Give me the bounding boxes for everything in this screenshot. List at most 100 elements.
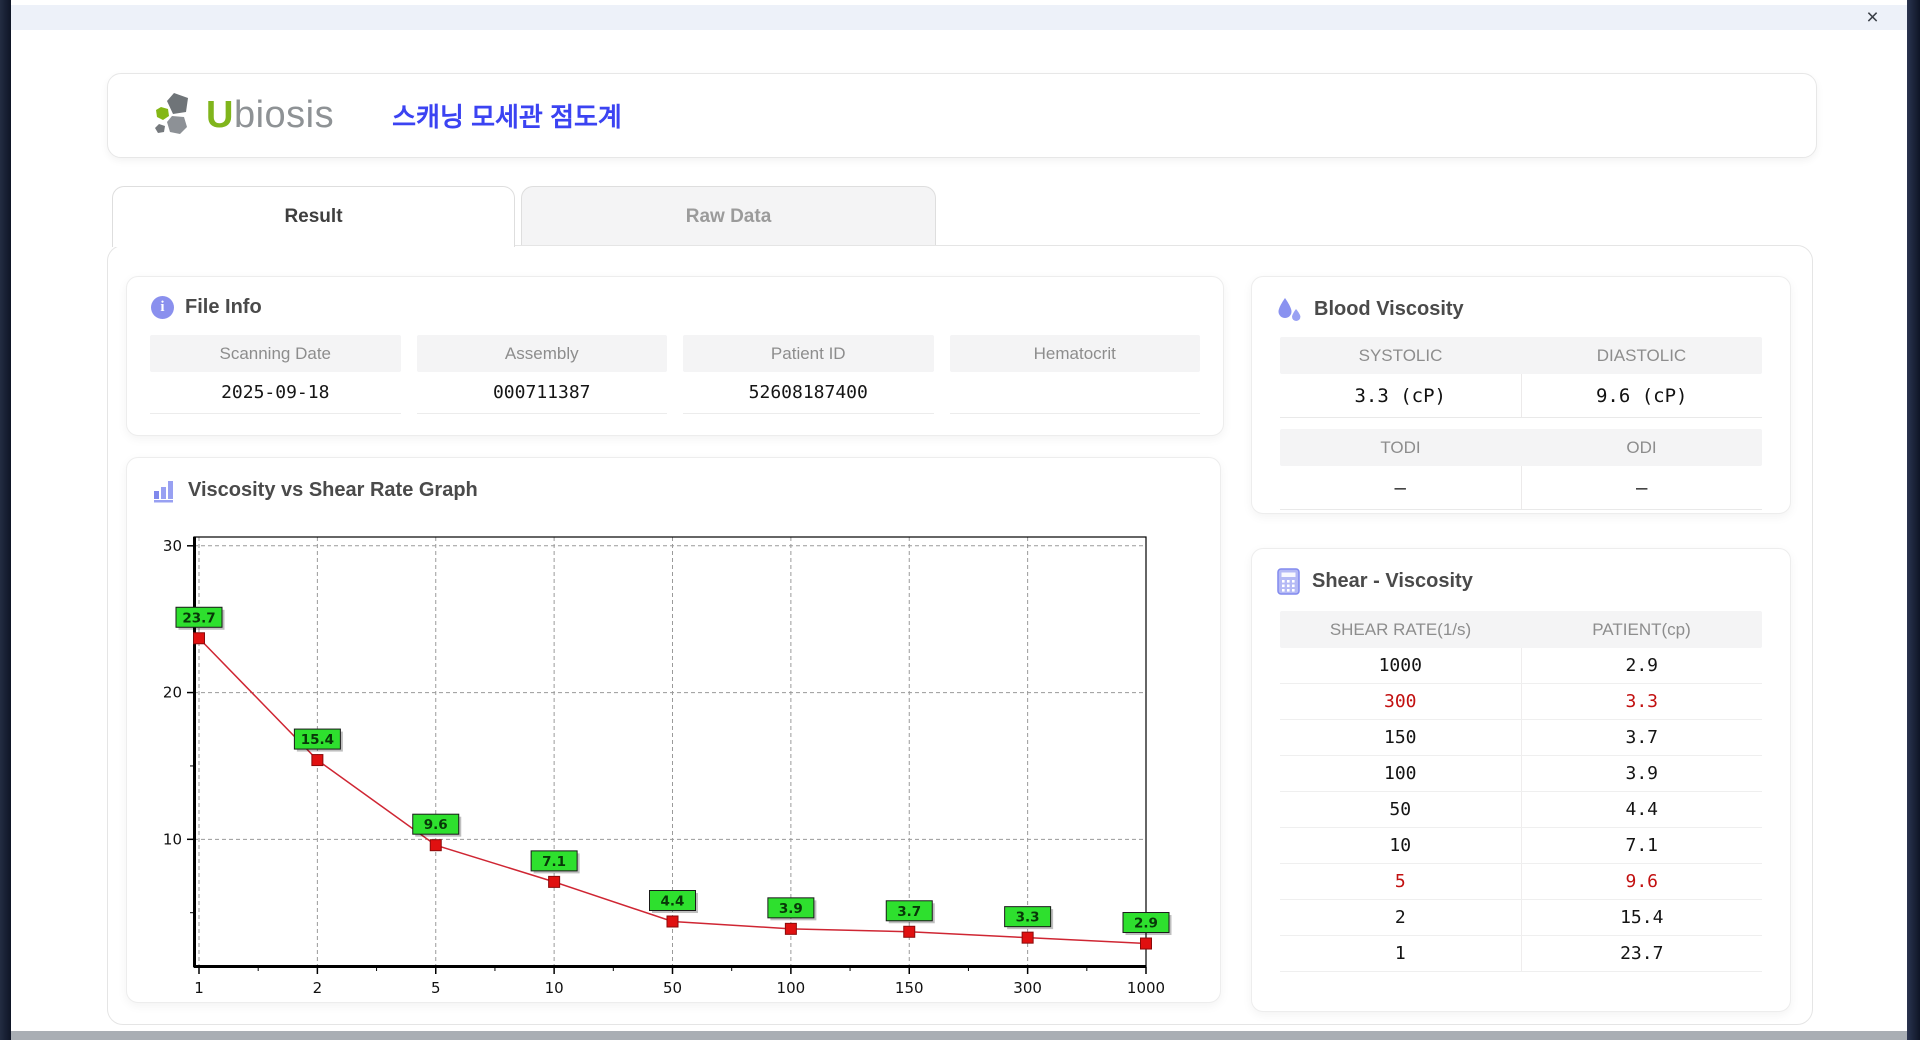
viscosity-graph-card: Viscosity vs Shear Rate Graph 1020301251… (126, 457, 1221, 1003)
header-card: Ubiosis 스캐닝 모세관 점도계 (107, 73, 1817, 158)
blood-viscosity-header-row: TODIODI (1280, 429, 1762, 466)
shear-rate-cell: 100 (1280, 756, 1521, 791)
ubiosis-logo: Ubiosis (152, 91, 334, 141)
blood-viscosity-title: Blood Viscosity (1314, 298, 1464, 321)
column-header: DIASTOLIC (1521, 337, 1762, 374)
metric-value: 9.6 (cP) (1521, 374, 1763, 417)
file-info-title: File Info (185, 296, 262, 319)
patient-cell: 3.9 (1521, 756, 1763, 791)
shear-viscosity-card: Shear - Viscosity SHEAR RATE(1/s)PATIENT… (1251, 548, 1791, 1012)
field-label: Scanning Date (150, 335, 401, 372)
window-titlebar: × (11, 5, 1907, 30)
table-row: 59.6 (1280, 864, 1762, 900)
file-info-card: i File Info Scanning Date2025-09-18Assem… (126, 276, 1224, 436)
column-header: ODI (1521, 429, 1762, 466)
table-row: 1503.7 (1280, 720, 1762, 756)
shear-rate-cell: 10 (1280, 828, 1521, 863)
metric-value: – (1280, 466, 1521, 509)
field-value: 000711387 (417, 372, 668, 414)
table-row: 504.4 (1280, 792, 1762, 828)
blood-viscosity-card: Blood Viscosity SYSTOLICDIASTOLIC3.3 (cP… (1251, 276, 1791, 514)
patient-cell: 23.7 (1521, 936, 1763, 971)
field-label: Assembly (417, 335, 668, 372)
shear-rate-cell: 1000 (1280, 648, 1521, 683)
table-row: 10002.9 (1280, 648, 1762, 684)
shear-rate-cell: 150 (1280, 720, 1521, 755)
patient-cell: 3.7 (1521, 720, 1763, 755)
patient-cell: 7.1 (1521, 828, 1763, 863)
file-info-field: Assembly000711387 (417, 335, 668, 414)
table-row: 123.7 (1280, 936, 1762, 972)
info-icon: i (151, 296, 174, 319)
page-title: 스캐닝 모세관 점도계 (392, 97, 622, 134)
blood-drop-icon (1276, 296, 1303, 323)
table-row: 3003.3 (1280, 684, 1762, 720)
blood-viscosity-block: SYSTOLICDIASTOLIC3.3 (cP)9.6 (cP) (1280, 337, 1762, 418)
svg-text:300: 300 (1013, 979, 1042, 997)
svg-text:1: 1 (194, 979, 204, 997)
svg-text:5: 5 (431, 979, 441, 997)
shear-table-header-row: SHEAR RATE(1/s)PATIENT(cp) (1280, 611, 1762, 648)
file-info-field: Patient ID52608187400 (683, 335, 934, 414)
svg-text:50: 50 (663, 979, 682, 997)
shear-rate-cell: 2 (1280, 900, 1521, 935)
column-header: SHEAR RATE(1/s) (1280, 611, 1521, 648)
table-row: 215.4 (1280, 900, 1762, 936)
window-right-border (1907, 0, 1920, 1040)
close-icon[interactable]: × (1860, 5, 1885, 30)
blood-viscosity-block: TODIODI–– (1280, 429, 1762, 510)
window-left-border (0, 0, 11, 1040)
svg-text:3.9: 3.9 (779, 901, 803, 917)
metric-value: 3.3 (cP) (1280, 374, 1521, 417)
svg-text:10: 10 (545, 979, 564, 997)
shear-rate-cell: 1 (1280, 936, 1521, 971)
svg-text:10: 10 (163, 830, 182, 848)
blood-viscosity-value-row: 3.3 (cP)9.6 (cP) (1280, 374, 1762, 418)
svg-text:30: 30 (163, 537, 182, 555)
svg-text:150: 150 (895, 979, 924, 997)
shear-rate-cell: 5 (1280, 864, 1521, 899)
svg-text:2: 2 (313, 979, 323, 997)
file-info-field: Scanning Date2025-09-18 (150, 335, 401, 414)
svg-text:7.1: 7.1 (542, 854, 566, 870)
patient-cell: 9.6 (1521, 864, 1763, 899)
blood-viscosity-table: SYSTOLICDIASTOLIC3.3 (cP)9.6 (cP)TODIODI… (1280, 337, 1762, 510)
tab-raw-data[interactable]: Raw Data (521, 186, 936, 245)
field-value: 52608187400 (683, 372, 934, 414)
shear-viscosity-title: Shear - Viscosity (1312, 570, 1473, 593)
field-value (950, 372, 1201, 414)
app-window: × Ubiosis 스캐닝 모세관 점도계 Result Raw Data i … (0, 0, 1920, 1040)
patient-cell: 2.9 (1521, 648, 1763, 683)
file-info-field: Hematocrit (950, 335, 1201, 414)
calculator-icon (1276, 568, 1301, 595)
shear-rate-cell: 300 (1280, 684, 1521, 719)
shear-rate-cell: 50 (1280, 792, 1521, 827)
svg-text:3.7: 3.7 (897, 904, 921, 920)
viscosity-shear-chart: 1020301251050100150300100023.715.49.67.1… (127, 458, 1222, 1004)
svg-text:15.4: 15.4 (301, 732, 334, 748)
shear-viscosity-table: SHEAR RATE(1/s)PATIENT(cp)10002.93003.31… (1280, 611, 1762, 972)
svg-text:100: 100 (777, 979, 806, 997)
svg-text:2.9: 2.9 (1134, 916, 1158, 932)
svg-text:4.4: 4.4 (661, 894, 685, 910)
column-header: TODI (1280, 429, 1521, 466)
svg-text:1000: 1000 (1127, 979, 1165, 997)
svg-text:9.6: 9.6 (424, 817, 448, 833)
ubiosis-logo-icon (152, 91, 200, 141)
column-header: SYSTOLIC (1280, 337, 1521, 374)
blood-viscosity-value-row: –– (1280, 466, 1762, 510)
patient-cell: 4.4 (1521, 792, 1763, 827)
patient-cell: 3.3 (1521, 684, 1763, 719)
field-value: 2025-09-18 (150, 372, 401, 414)
ubiosis-logo-text: Ubiosis (206, 94, 334, 137)
tab-result[interactable]: Result (112, 186, 515, 247)
svg-text:23.7: 23.7 (182, 610, 215, 626)
column-header: PATIENT(cp) (1521, 611, 1762, 648)
file-info-fields: Scanning Date2025-09-18Assembly000711387… (150, 335, 1200, 414)
table-row: 107.1 (1280, 828, 1762, 864)
table-row: 1003.9 (1280, 756, 1762, 792)
window-bottom-border (0, 1031, 1920, 1040)
blood-viscosity-header-row: SYSTOLICDIASTOLIC (1280, 337, 1762, 374)
patient-cell: 15.4 (1521, 900, 1763, 935)
field-label: Hematocrit (950, 335, 1201, 372)
